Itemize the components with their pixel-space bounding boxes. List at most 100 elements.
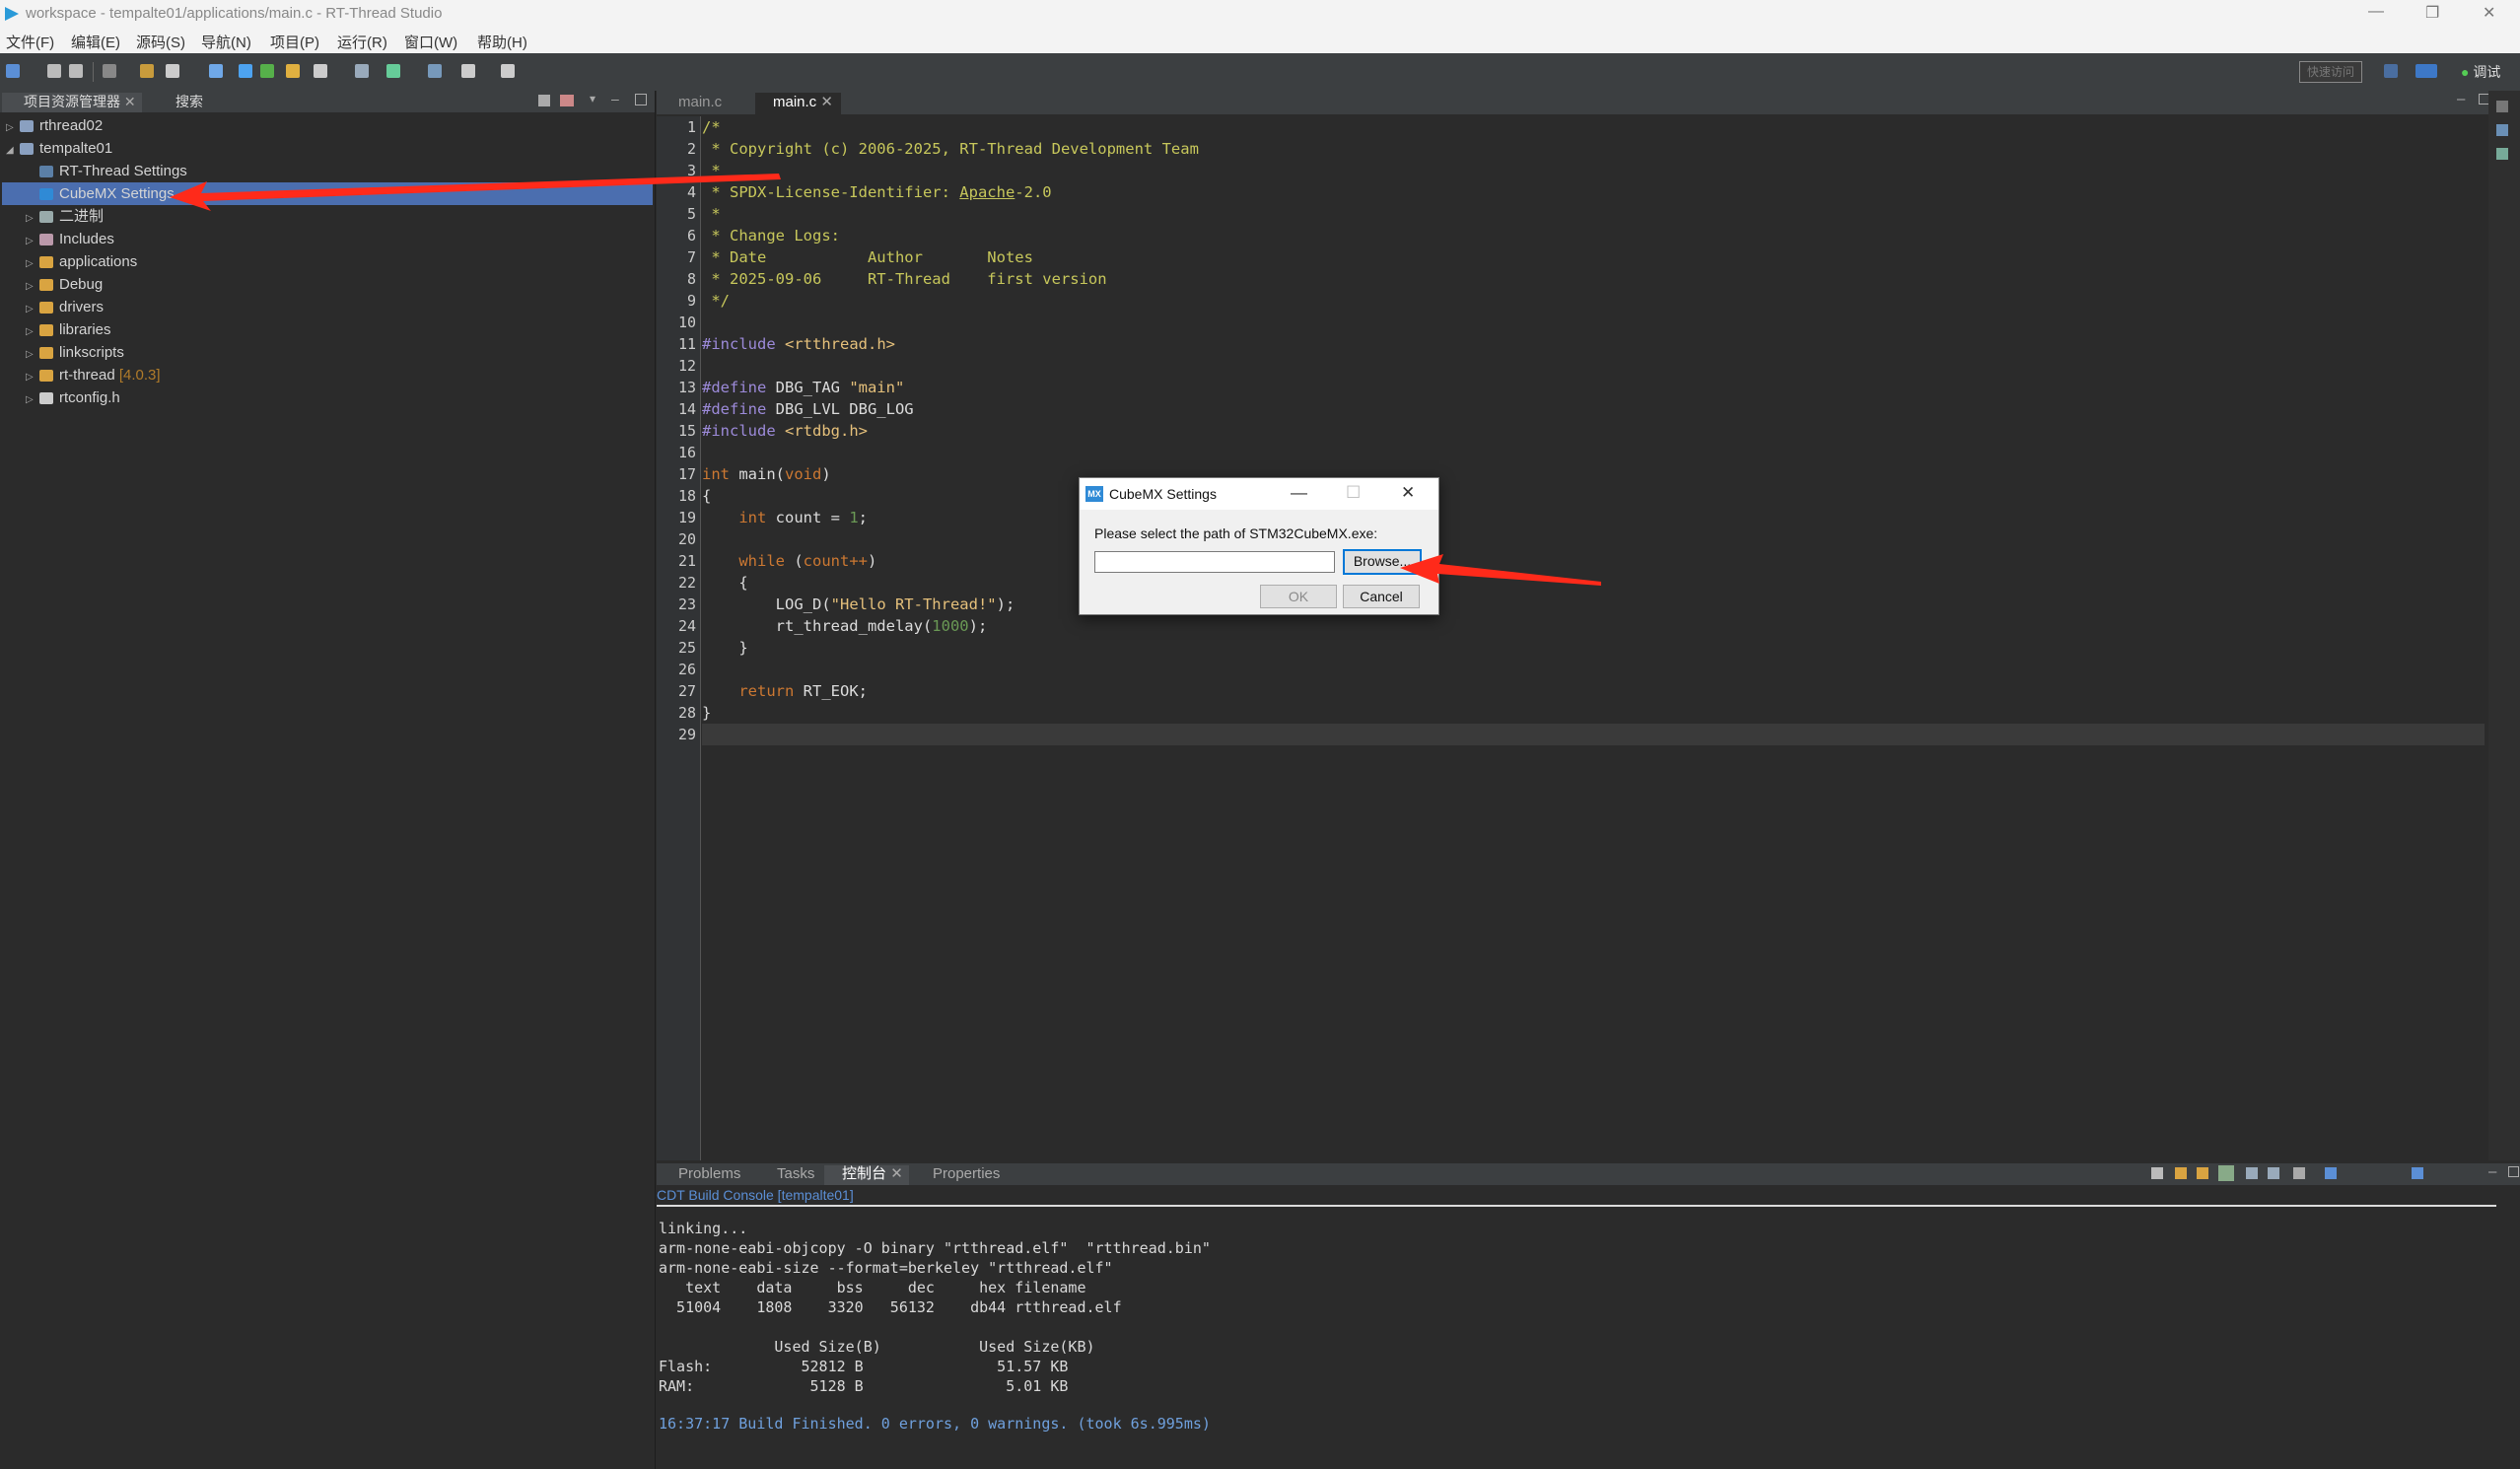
save-icon[interactable]: [47, 64, 61, 78]
menu-edit[interactable]: 编辑(E): [71, 32, 120, 52]
minimize-view-icon[interactable]: ‒: [611, 91, 619, 106]
collapse-arrow-icon[interactable]: ◢: [6, 139, 20, 162]
expand-arrow-icon[interactable]: ▷: [26, 366, 39, 388]
sdk-manager-icon[interactable]: [355, 64, 369, 78]
pin-console-icon[interactable]: [2246, 1167, 2258, 1179]
expand-arrow-icon[interactable]: ▷: [26, 230, 39, 252]
dialog-maximize-button[interactable]: ☐: [1346, 483, 1361, 503]
tree-item-cubemx-settings[interactable]: CubeMX Settings: [2, 182, 653, 205]
expand-arrow-icon[interactable]: ▷: [26, 207, 39, 230]
menu-source[interactable]: 源码(S): [136, 32, 185, 52]
browse-button[interactable]: Browse...: [1343, 549, 1422, 575]
outline-icon[interactable]: [2496, 101, 2508, 112]
new-icon[interactable]: [6, 64, 20, 78]
expand-arrow-icon[interactable]: ▷: [26, 388, 39, 411]
tab-tasks[interactable]: Tasks: [759, 1165, 814, 1185]
code-token: void: [785, 465, 822, 483]
line-number: 19: [677, 509, 696, 526]
perspective-cpp-icon[interactable]: [2415, 64, 2437, 78]
build-icon[interactable]: [103, 64, 116, 78]
quick-access-input[interactable]: 快速访问: [2299, 61, 2362, 83]
tree-item-drivers[interactable]: ▷ drivers: [26, 296, 647, 318]
tree-item-libraries[interactable]: ▷ libraries: [26, 318, 647, 341]
tree-item-tempalte01[interactable]: ◢ tempalte01: [6, 137, 647, 160]
minimize-console-icon[interactable]: ‒: [2488, 1163, 2496, 1180]
collapse-all-icon[interactable]: [538, 95, 550, 106]
tab-main-c-inactive[interactable]: main.c: [663, 93, 730, 114]
build-targets-icon[interactable]: [2496, 124, 2508, 136]
menu-navigate[interactable]: 导航(N): [201, 32, 251, 52]
tab-properties[interactable]: Properties: [915, 1165, 1000, 1185]
code-token: 1: [849, 509, 859, 526]
cancel-button[interactable]: Cancel: [1343, 585, 1420, 608]
tree-item-applications[interactable]: ▷ applications: [26, 250, 647, 273]
close-icon[interactable]: ✕: [124, 94, 136, 109]
expand-arrow-icon[interactable]: ▷: [26, 298, 39, 320]
tree-item-rt-thread[interactable]: ▷ rt-thread [4.0.3]: [26, 364, 647, 386]
expand-arrow-icon[interactable]: ▷: [26, 320, 39, 343]
search-icon[interactable]: [314, 64, 327, 78]
debug-label: 调试: [2473, 64, 2501, 80]
tab-problems[interactable]: Problems: [661, 1165, 740, 1185]
link-editor-icon[interactable]: [560, 95, 574, 106]
tree-item-binaries[interactable]: ▷ 二进制: [26, 205, 647, 228]
open-console-icon[interactable]: [2325, 1167, 2337, 1179]
dialog-close-button[interactable]: ✕: [1401, 483, 1415, 503]
close-icon[interactable]: ✕: [890, 1165, 903, 1182]
back-arrow-icon[interactable]: [461, 64, 475, 78]
save-all-icon[interactable]: [69, 64, 83, 78]
menu-run[interactable]: 运行(R): [337, 32, 387, 52]
maximize-console-icon[interactable]: [2508, 1166, 2519, 1177]
dialog-minimize-button[interactable]: —: [1291, 483, 1307, 503]
new-console-icon[interactable]: [2412, 1167, 2423, 1179]
tab-project-explorer[interactable]: 项目资源管理器 ✕: [2, 93, 142, 112]
tab-search[interactable]: 搜索: [156, 93, 203, 112]
tree-item-includes[interactable]: ▷ Includes: [26, 228, 647, 250]
word-wrap-icon[interactable]: [2268, 1167, 2279, 1179]
tree-item-rthread02[interactable]: ▷ rthread02: [6, 114, 647, 137]
ok-button[interactable]: OK: [1260, 585, 1337, 608]
plugin-icon[interactable]: [2496, 148, 2508, 160]
cubemx-icon: MX: [1085, 486, 1103, 502]
rebuild-icon[interactable]: [140, 64, 154, 78]
prev-error-icon[interactable]: [2197, 1167, 2208, 1179]
download-arrow-icon[interactable]: [386, 64, 400, 78]
display-selected-icon[interactable]: [2293, 1167, 2305, 1179]
tree-item-linkscripts[interactable]: ▷ linkscripts: [26, 341, 647, 364]
expand-arrow-icon[interactable]: ▷: [26, 252, 39, 275]
expand-arrow-icon[interactable]: ▷: [26, 343, 39, 366]
terminal-icon[interactable]: [286, 64, 300, 78]
view-menu-icon[interactable]: ▾: [590, 92, 595, 105]
expand-arrow-icon[interactable]: ▷: [6, 116, 20, 139]
restore-button[interactable]: ❐: [2425, 3, 2439, 23]
clean-icon[interactable]: [166, 64, 179, 78]
minimize-button[interactable]: —: [2368, 3, 2384, 21]
menu-window[interactable]: 窗口(W): [404, 32, 457, 52]
tree-item-rtconfig-h[interactable]: ▷ rtconfig.h: [26, 386, 647, 409]
tree-item-rt-thread-settings[interactable]: RT-Thread Settings: [26, 160, 647, 182]
menu-file[interactable]: 文件(F): [6, 32, 54, 52]
console-clear-icon[interactable]: [2151, 1167, 2163, 1179]
code-line: LOG_D("Hello RT-Thread!");: [702, 594, 1015, 615]
next-error-icon[interactable]: [2175, 1167, 2187, 1179]
perspective-resource-icon[interactable]: [2384, 64, 2398, 78]
layers-icon[interactable]: [428, 64, 442, 78]
maximize-view-icon[interactable]: [635, 94, 647, 105]
perspective-debug[interactable]: ● 调试: [2461, 61, 2500, 83]
settings-gear-icon[interactable]: [239, 64, 252, 78]
code-token: -2.0: [1015, 183, 1052, 201]
debug-bug-icon[interactable]: [260, 64, 274, 78]
close-button[interactable]: ✕: [2483, 3, 2495, 23]
minimize-editor-icon[interactable]: ‒: [2457, 91, 2465, 107]
menu-help[interactable]: 帮助(H): [477, 32, 527, 52]
expand-arrow-icon[interactable]: ▷: [26, 275, 39, 298]
close-icon[interactable]: ✕: [820, 94, 833, 110]
download-icon[interactable]: [209, 64, 223, 78]
forward-arrow-icon[interactable]: [501, 64, 515, 78]
tab-main-c-active[interactable]: main.c ✕: [755, 93, 841, 114]
cubemx-path-input[interactable]: [1094, 551, 1335, 573]
tab-console[interactable]: 控制台 ✕: [824, 1165, 909, 1185]
tree-item-debug[interactable]: ▷ Debug: [26, 273, 647, 296]
menu-project[interactable]: 项目(P): [270, 32, 319, 52]
scroll-lock-icon[interactable]: [2218, 1165, 2234, 1181]
